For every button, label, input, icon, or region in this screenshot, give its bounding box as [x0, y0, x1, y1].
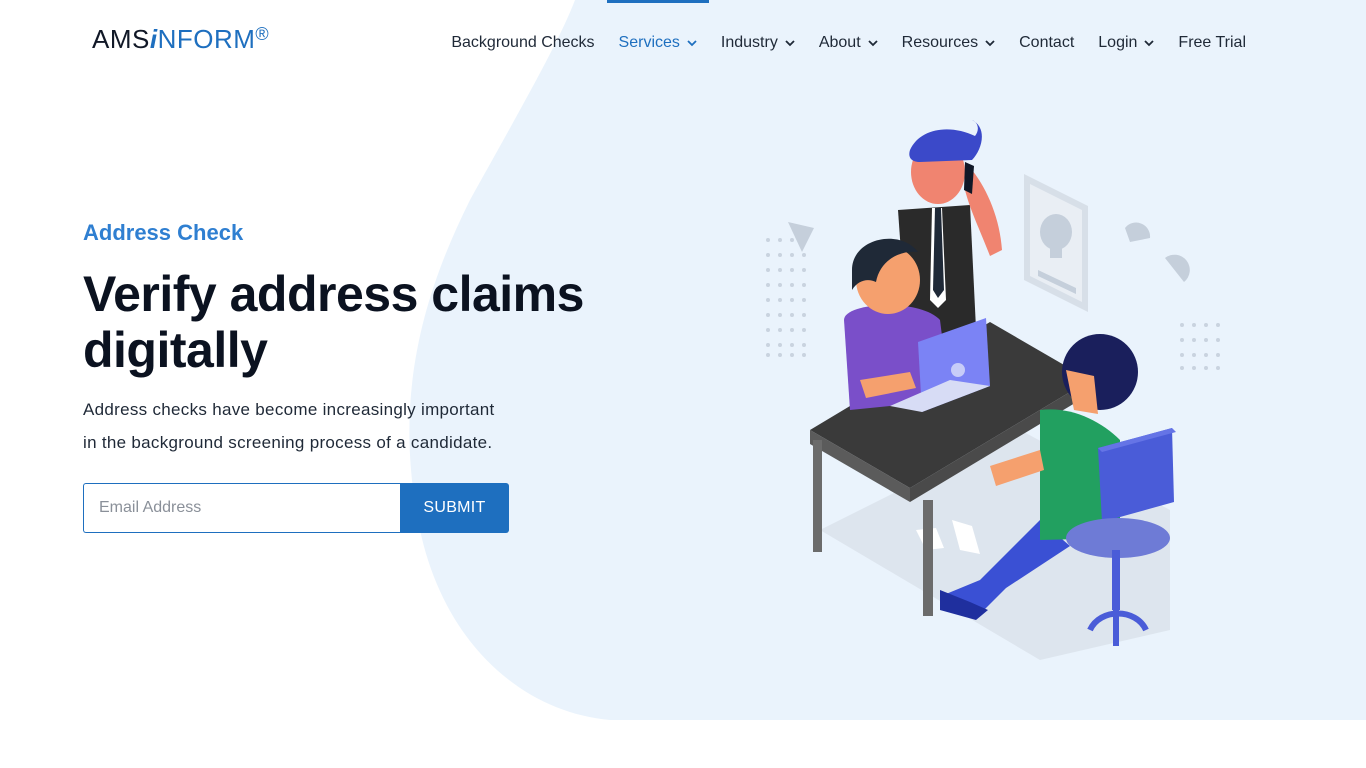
- nav-item-resources[interactable]: Resources: [890, 0, 1007, 86]
- chevron-down-icon: [785, 39, 795, 47]
- dot-pattern-right: [1180, 323, 1220, 370]
- logo-accent: i: [149, 24, 158, 54]
- nav-item-industry[interactable]: Industry: [709, 0, 807, 86]
- email-field[interactable]: [83, 483, 400, 533]
- nav-item-contact[interactable]: Contact: [1007, 0, 1086, 86]
- lightbulb-card: [1024, 174, 1088, 312]
- nav-label: Industry: [720, 34, 778, 51]
- nav-label: Background Checks: [451, 34, 595, 51]
- hero-section: Address Check Verify address claims digi…: [83, 220, 683, 533]
- hero-title-line2: digitally: [83, 322, 268, 378]
- nav-label: Resources: [901, 34, 979, 51]
- hero-description: Address checks have become increasingly …: [83, 400, 495, 452]
- nav-item-free-trial[interactable]: Free Trial: [1166, 0, 1258, 86]
- nav-label: Login: [1098, 34, 1138, 51]
- nav-item-services[interactable]: Services: [606, 0, 710, 86]
- nav-label: Contact: [1019, 34, 1075, 51]
- chevron-down-icon: [985, 39, 995, 47]
- triangle-shape: [788, 222, 814, 252]
- hero-title: Verify address claims digitally: [83, 266, 683, 378]
- chevron-down-icon: [687, 39, 697, 47]
- office-team-illustration: [766, 120, 1220, 660]
- logo-rest: NFORM: [157, 24, 256, 54]
- brand-logo[interactable]: AMSiNFORM®: [92, 24, 269, 55]
- nav-label: Services: [618, 34, 680, 51]
- dot-pattern-left: [766, 238, 806, 357]
- chevron-down-icon: [868, 39, 878, 47]
- chevron-down-icon: [1144, 39, 1155, 47]
- nav-label: About: [818, 34, 861, 51]
- arc-shape: [1125, 222, 1151, 242]
- logo-prefix: AMS: [92, 24, 150, 54]
- site-header: AMSiNFORM® Background Checks Services In…: [0, 0, 1366, 86]
- email-signup-form: SUBMIT: [83, 483, 509, 533]
- nav-item-login[interactable]: Login: [1086, 0, 1166, 86]
- submit-button[interactable]: SUBMIT: [400, 483, 509, 533]
- logo-registered: ®: [255, 24, 270, 44]
- arc-shape-2: [1165, 254, 1190, 282]
- nav-label: Free Trial: [1178, 34, 1246, 51]
- nav-item-background-checks[interactable]: Background Checks: [439, 0, 606, 86]
- nav-item-about[interactable]: About: [807, 0, 890, 86]
- main-nav: Background Checks Services Industry Abou…: [439, 0, 1258, 86]
- hero-title-line1: Verify address claims: [83, 266, 584, 322]
- hero-eyebrow: Address Check: [83, 220, 244, 245]
